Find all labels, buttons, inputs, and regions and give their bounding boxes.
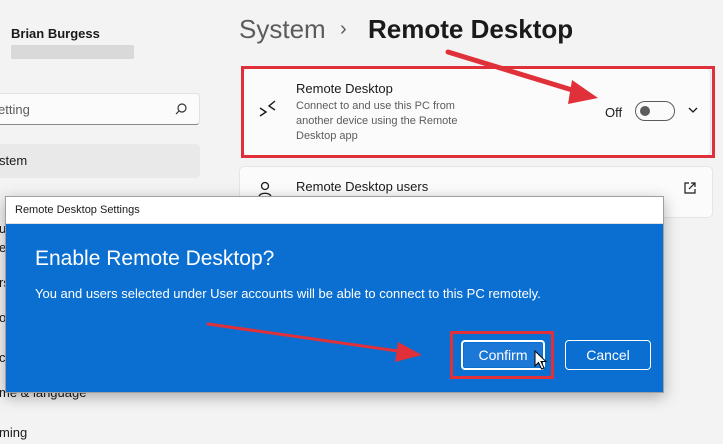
remote-desktop-users-title: Remote Desktop users: [296, 179, 429, 194]
sidebar-item-gaming[interactable]: ming: [0, 416, 200, 444]
search-icon: [175, 103, 187, 115]
sidebar-item-label: ming: [0, 425, 28, 440]
external-link-icon[interactable]: [683, 181, 697, 195]
annotation-highlight-toggle: [241, 66, 715, 158]
sidebar-item-label: stem: [0, 153, 28, 168]
search-placeholder: etting: [0, 102, 30, 117]
remote-desktop-settings-dialog: Remote Desktop Settings Enable Remote De…: [5, 196, 664, 393]
user-name: Brian Burgess: [11, 26, 100, 41]
cancel-button[interactable]: Cancel: [565, 340, 651, 370]
dialog-window-title: Remote Desktop Settings: [15, 204, 140, 216]
dialog-heading: Enable Remote Desktop?: [35, 247, 275, 270]
mouse-cursor-icon: [534, 350, 548, 370]
dialog-message: You and users selected under User accoun…: [35, 286, 541, 301]
breadcrumb-parent[interactable]: System: [239, 14, 326, 45]
dialog-titlebar[interactable]: Remote Desktop Settings: [6, 197, 663, 224]
page-title: Remote Desktop: [368, 14, 574, 44]
sidebar-item-system[interactable]: stem: [0, 144, 200, 178]
search-input[interactable]: etting: [0, 93, 200, 125]
user-email-redacted: [11, 45, 134, 59]
breadcrumb-separator: ›: [340, 18, 347, 40]
